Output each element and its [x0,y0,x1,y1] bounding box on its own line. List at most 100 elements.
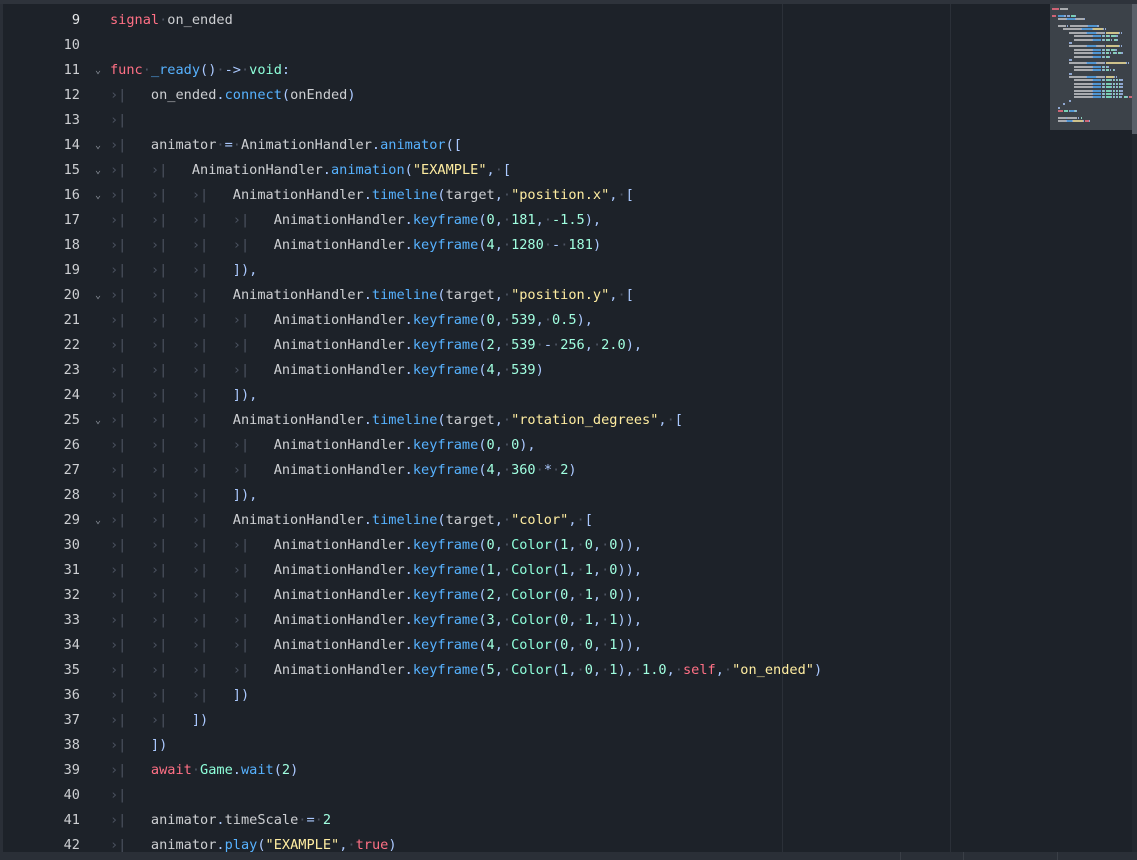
code-token: . [404,462,413,478]
code-token: ) [347,87,356,103]
code-line[interactable]: 23 ›| ›| ›| ›| AnimationHandler.keyframe(… [0,358,1050,383]
whitespace-marker: · [502,187,512,203]
code-line[interactable]: 13 ›| [0,108,1050,133]
minimap-line [1126,96,1128,99]
whitespace-marker: · [576,537,585,553]
code-line[interactable]: 14 ⌄ ›| animator·=·AnimationHandler.animat… [0,133,1050,158]
tab-indent-marker: ›| [150,237,192,253]
code-line[interactable]: 32 ›| ›| ›| ›| AnimationHandler.keyframe(… [0,583,1050,608]
code-token: keyframe [412,312,479,328]
editor-bottom-border [0,852,1137,860]
minimap-line [1074,38,1092,41]
code-token: [ [625,287,634,303]
code-text: ›| ›| ›| ]), [110,483,257,508]
code-token: [ [584,512,593,528]
code-text: ›| ›| ›| AnimationHandler.timeline(targe… [110,183,634,208]
tab-indent-marker: ›| [110,387,151,403]
code-token: on_ended [167,12,233,28]
tab-indent-marker: ›| [150,562,192,578]
code-line[interactable]: 40 ›| [0,783,1050,808]
whitespace-marker: · [216,137,225,153]
code-token: wait [240,762,274,778]
code-line[interactable]: 12 ›| on_ended.connect(onEnded) [0,83,1050,108]
fold-chevron-icon[interactable]: ⌄ [91,408,105,433]
fold-chevron-icon[interactable]: ⌄ [91,508,105,533]
code-line[interactable]: 11 ⌄ func·_ready()·->·void: [0,58,1050,83]
code-line[interactable]: 31 ›| ›| ›| ›| AnimationHandler.keyframe(… [0,558,1050,583]
fold-chevron-icon[interactable]: ⌄ [91,183,105,208]
minimap-line [1115,35,1118,38]
vertical-scrollbar[interactable] [1132,4,1137,852]
code-line[interactable]: 30 ›| ›| ›| ›| AnimationHandler.keyframe(… [0,533,1050,558]
fold-chevron-icon[interactable]: ⌄ [91,283,105,308]
whitespace-marker: · [674,662,683,678]
code-line[interactable]: 39 ›| await·Game.wait(2) [0,758,1050,783]
line-number: 26 [63,437,80,453]
whitespace-marker: · [576,662,585,678]
code-line[interactable]: 17 ›| ›| ›| ›| AnimationHandler.keyframe(… [0,208,1050,233]
tab-indent-marker: ›| [150,337,192,353]
code-line[interactable]: 22 ›| ›| ›| ›| AnimationHandler.keyframe(… [0,333,1050,358]
code-line[interactable]: 36 ›| ›| ›| ]) [0,683,1050,708]
bottom-divider [963,852,964,860]
code-line[interactable]: 24 ›| ›| ›| ]), [0,383,1050,408]
code-text: ›| ›| ]) [110,708,208,733]
minimap-line [1113,76,1115,78]
fold-chevron-icon[interactable]: ⌄ [91,133,105,158]
line-number: 18 [63,237,80,253]
code-token: ( [478,437,487,453]
code-line[interactable]: 35 ›| ›| ›| ›| AnimationHandler.keyframe(… [0,658,1050,683]
code-token: ]), [232,487,258,503]
code-token: . [232,762,241,778]
scrollbar-thumb[interactable] [1132,4,1137,134]
tab-indent-marker: ›| [191,262,233,278]
code-line[interactable]: 38 ›| ]) [0,733,1050,758]
code-line[interactable]: 15 ⌄ ›| ›| AnimationHandler.animation("EXA… [0,158,1050,183]
minimap[interactable] [1050,4,1137,184]
code-token: ( [478,637,487,653]
tab-indent-marker: ›| [110,312,151,328]
minimap-line [1068,31,1087,34]
code-token: 5 [486,662,495,678]
code-text: ›| ›| ›| AnimationHandler.timeline(targe… [110,508,593,533]
code-line[interactable]: 34 ›| ›| ›| ›| AnimationHandler.keyframe(… [0,633,1050,658]
minimap-line [1103,79,1105,82]
minimap-line [1078,116,1080,119]
code-line[interactable]: 19 ›| ›| ›| ]), [0,258,1050,283]
code-line[interactable]: 27 ›| ›| ›| ›| AnimationHandler.keyframe(… [0,458,1050,483]
tab-indent-marker: ›| [191,412,233,428]
tab-indent-marker: ›| [191,212,233,228]
code-line[interactable]: 18 ›| ›| ›| ›| AnimationHandler.keyframe(… [0,233,1050,258]
minimap-line [1074,48,1092,51]
code-line[interactable]: 20 ⌄ ›| ›| ›| AnimationHandler.timeline(ta… [0,283,1050,308]
code-token: 1.0 [642,662,667,678]
code-line[interactable]: 21 ›| ›| ›| ›| AnimationHandler.keyframe(… [0,308,1050,333]
code-token: AnimationHandler [240,137,372,153]
code-token: )), [617,637,643,653]
code-token: ), [519,437,536,453]
code-text: ›| ›| ›| ›| AnimationHandler.keyframe(0,… [110,533,642,558]
tab-indent-marker: ›| [232,212,274,228]
minimap-line [1120,86,1124,89]
code-token: keyframe [412,662,479,678]
line-number: 16 [63,187,80,203]
code-editor[interactable]: 9 signal·on_ended 10 11 ⌄ func·_ready()·->·vo… [0,0,1137,860]
code-line[interactable]: 26 ›| ›| ›| ›| AnimationHandler.keyframe(… [0,433,1050,458]
line-number: 41 [63,812,80,828]
code-line[interactable]: 25 ⌄ ›| ›| ›| AnimationHandler.timeline(ta… [0,408,1050,433]
code-line[interactable]: 41 ›| animator.timeScale·=·2 [0,808,1050,833]
code-token: animation [330,162,405,178]
code-token: = [224,137,233,153]
minimap-line [1074,93,1092,95]
code-line[interactable]: 29 ⌄ ›| ›| ›| AnimationHandler.timeline(ta… [0,508,1050,533]
fold-chevron-icon[interactable]: ⌄ [91,58,105,83]
code-line[interactable]: 16 ⌄ ›| ›| ›| AnimationHandler.timeline(ta… [0,183,1050,208]
code-line[interactable]: 10 [0,33,1050,58]
fold-chevron-icon[interactable]: ⌄ [91,158,105,183]
code-line[interactable]: 9 signal·on_ended [0,8,1050,33]
code-token: , [494,662,503,678]
code-line[interactable]: 28 ›| ›| ›| ]), [0,483,1050,508]
code-token: 0 [584,537,593,553]
code-line[interactable]: 37 ›| ›| ]) [0,708,1050,733]
code-line[interactable]: 33 ›| ›| ›| ›| AnimationHandler.keyframe(… [0,608,1050,633]
